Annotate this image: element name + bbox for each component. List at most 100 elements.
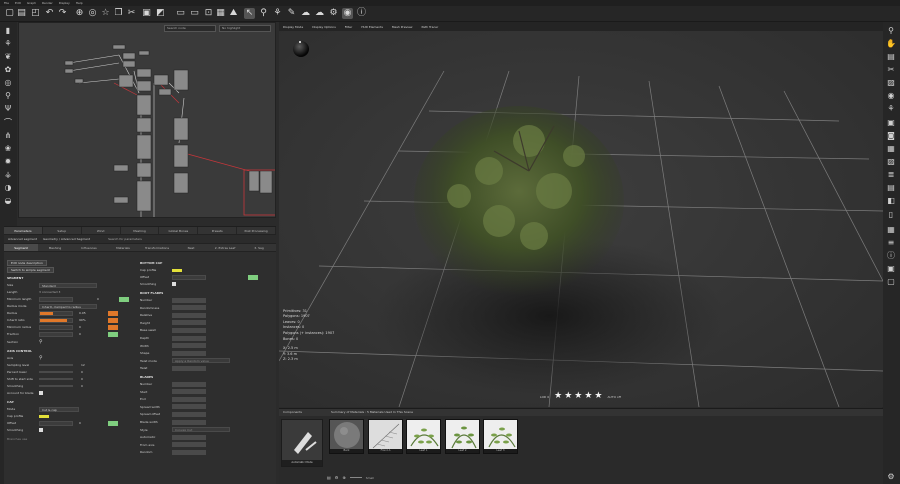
radius-slider[interactable] bbox=[39, 310, 73, 316]
tab-display-mode[interactable]: Display Mode bbox=[283, 25, 303, 29]
lod-star-1[interactable]: ★ bbox=[554, 392, 562, 401]
inherit-value[interactable]: 90% bbox=[79, 318, 86, 322]
smoothing-value[interactable]: 0 bbox=[81, 384, 83, 388]
eye-icon[interactable]: ◉ bbox=[886, 91, 896, 101]
section-edit-icon[interactable]: ⚲ bbox=[39, 339, 43, 345]
min-radius-curve-swatch[interactable] bbox=[107, 324, 118, 330]
subtab-extras-leaf[interactable]: 2. Extras Leaf bbox=[208, 244, 242, 251]
radius-curve-swatch[interactable] bbox=[107, 310, 118, 316]
min-radius-value[interactable]: 0 bbox=[79, 325, 81, 329]
3d-viewport[interactable]: Primitives: 31 Polygons: 1907 Leaves: 0 … bbox=[279, 31, 883, 407]
root-flares-header[interactable]: ROOT FLARES bbox=[140, 291, 163, 295]
flower-icon[interactable]: ❀ bbox=[3, 144, 13, 154]
flare-slider[interactable] bbox=[172, 320, 206, 326]
prune-icon[interactable]: ⚘ bbox=[272, 8, 283, 19]
copy-icon[interactable]: ❐ bbox=[113, 8, 124, 19]
cap-profile-swatch[interactable] bbox=[39, 414, 49, 418]
lod-star-4[interactable]: ★ bbox=[584, 392, 592, 401]
percent-value[interactable]: 0 bbox=[81, 370, 83, 374]
star-icon[interactable]: ☆ bbox=[100, 8, 111, 19]
subtab-materials[interactable]: Materials bbox=[106, 244, 140, 251]
scissors-icon[interactable]: ✂ bbox=[886, 65, 896, 75]
document-icon[interactable]: ▤ bbox=[886, 52, 896, 62]
trunk-generator-icon[interactable]: ▮ bbox=[3, 26, 13, 36]
cap-icon[interactable]: ◑ bbox=[3, 183, 13, 193]
blade-slider[interactable]: Convex Cut bbox=[172, 427, 230, 433]
note-icon[interactable]: ▯ bbox=[886, 210, 896, 220]
switch-simple-button[interactable]: Switch to simple segment bbox=[7, 267, 54, 273]
layout-icon[interactable]: ▦ bbox=[215, 8, 226, 19]
info-icon[interactable]: ⓘ bbox=[356, 8, 367, 19]
frame-icon[interactable]: ▭ bbox=[175, 8, 186, 19]
grid-frame-icon[interactable]: ▭ bbox=[189, 8, 200, 19]
terrain-icon[interactable]: ⛰ bbox=[228, 8, 239, 19]
node-graph-panel[interactable]: Search node No highlight bbox=[18, 22, 276, 218]
material-thumb-leaf-2[interactable]: Leaf 2 bbox=[445, 419, 480, 454]
redo-icon[interactable]: ↷ bbox=[57, 8, 68, 19]
shift-slider[interactable] bbox=[39, 378, 73, 380]
cloud-icon[interactable]: ☁ bbox=[300, 8, 311, 19]
offset-slider[interactable] bbox=[39, 420, 73, 426]
fruit-icon[interactable]: ✹ bbox=[3, 157, 13, 167]
leaf-generator-icon[interactable]: ❦ bbox=[3, 52, 13, 62]
fraction-value[interactable]: 0 bbox=[79, 332, 81, 336]
tab-global-bones[interactable]: Global Bones bbox=[159, 227, 199, 234]
tab-hud-elements[interactable]: HUD Elements bbox=[361, 25, 383, 29]
menu-file[interactable]: File bbox=[4, 1, 9, 5]
tab-path-tracer[interactable]: Path Tracer bbox=[421, 25, 438, 29]
wire-grid-icon[interactable]: ▦ bbox=[886, 144, 896, 154]
blade-slider[interactable] bbox=[172, 404, 206, 410]
menu-display[interactable]: Display bbox=[59, 1, 70, 5]
blade-slider[interactable] bbox=[172, 434, 206, 440]
menu-graph[interactable]: Graph bbox=[27, 1, 36, 5]
sampling-slider[interactable] bbox=[39, 364, 73, 366]
blade-slider[interactable] bbox=[172, 442, 206, 448]
search-parameters-input[interactable]: Search for parameters bbox=[108, 237, 142, 241]
tree-icon[interactable]: ⚘ bbox=[886, 104, 896, 114]
inherit-curve-swatch[interactable] bbox=[107, 317, 118, 323]
bottom-cap-header[interactable]: BOTTOM CAP bbox=[140, 261, 162, 265]
node-icon[interactable]: ◎ bbox=[87, 8, 98, 19]
tab-presets[interactable]: Presets bbox=[198, 227, 238, 234]
min-radius-slider[interactable] bbox=[39, 324, 73, 330]
min-length-value[interactable]: 0 bbox=[97, 297, 99, 301]
flare-slider[interactable] bbox=[172, 305, 206, 311]
new-file-icon[interactable]: ▢ bbox=[4, 8, 15, 19]
sampling-value[interactable]: 12 bbox=[81, 363, 85, 367]
blade-slider[interactable] bbox=[172, 396, 206, 402]
settings-icon[interactable]: ⚙ bbox=[886, 472, 896, 482]
arc-icon[interactable]: ⌒ bbox=[3, 118, 13, 128]
mode-select[interactable]: Cut & cap bbox=[39, 406, 79, 412]
tab-wind[interactable]: Wind bbox=[82, 227, 121, 234]
subtab-influences[interactable]: Influences bbox=[72, 244, 106, 251]
blade-slider[interactable] bbox=[172, 389, 206, 395]
target-icon[interactable]: ◉ bbox=[342, 8, 353, 19]
material-thumb-leaf-1[interactable]: Leaf 1 bbox=[406, 419, 441, 454]
nodes-icon[interactable]: ⚲ bbox=[258, 8, 269, 19]
save-icon[interactable]: ◰ bbox=[30, 8, 41, 19]
axis-section-header[interactable]: AXIS CONTROL bbox=[7, 349, 32, 353]
segment-section-header[interactable]: SEGMENT bbox=[7, 276, 23, 280]
flare-slider[interactable] bbox=[172, 312, 206, 318]
stack-icon[interactable]: ≡ bbox=[886, 238, 896, 248]
mirror-icon[interactable]: ◧ bbox=[886, 196, 896, 206]
shift-value[interactable]: 0 bbox=[81, 377, 83, 381]
material-thumb-leaf-3[interactable]: Leaf 3 bbox=[483, 419, 518, 454]
component-preview[interactable]: Automatic Mode bbox=[281, 419, 323, 467]
flare-slider[interactable] bbox=[172, 343, 206, 349]
cap-smoothing-checkbox[interactable] bbox=[39, 428, 43, 432]
bottom-offset-curve-swatch[interactable] bbox=[248, 274, 258, 280]
gear-small-icon[interactable]: ⚙ bbox=[335, 475, 339, 480]
smoothing-slider[interactable] bbox=[39, 385, 73, 387]
radius-value[interactable]: 0.05 bbox=[79, 311, 86, 315]
pin-icon[interactable]: ⚲ bbox=[886, 26, 896, 36]
menu-edit[interactable]: Edit bbox=[15, 1, 21, 5]
tab-display-options[interactable]: Display Options bbox=[312, 25, 336, 29]
subtab-sag[interactable]: 3. Sag bbox=[242, 244, 276, 251]
gear-cog-icon[interactable]: ⚙ bbox=[328, 8, 339, 19]
edit-description-button[interactable]: Edit node description bbox=[7, 260, 47, 266]
radius-mode-select[interactable]: Inherit, clamped to radius bbox=[39, 303, 97, 309]
cloud-alt-icon[interactable]: ☁ bbox=[314, 8, 325, 19]
sprout-icon[interactable]: ⚲ bbox=[3, 91, 13, 101]
tab-meshing[interactable]: Meshing bbox=[121, 227, 160, 234]
